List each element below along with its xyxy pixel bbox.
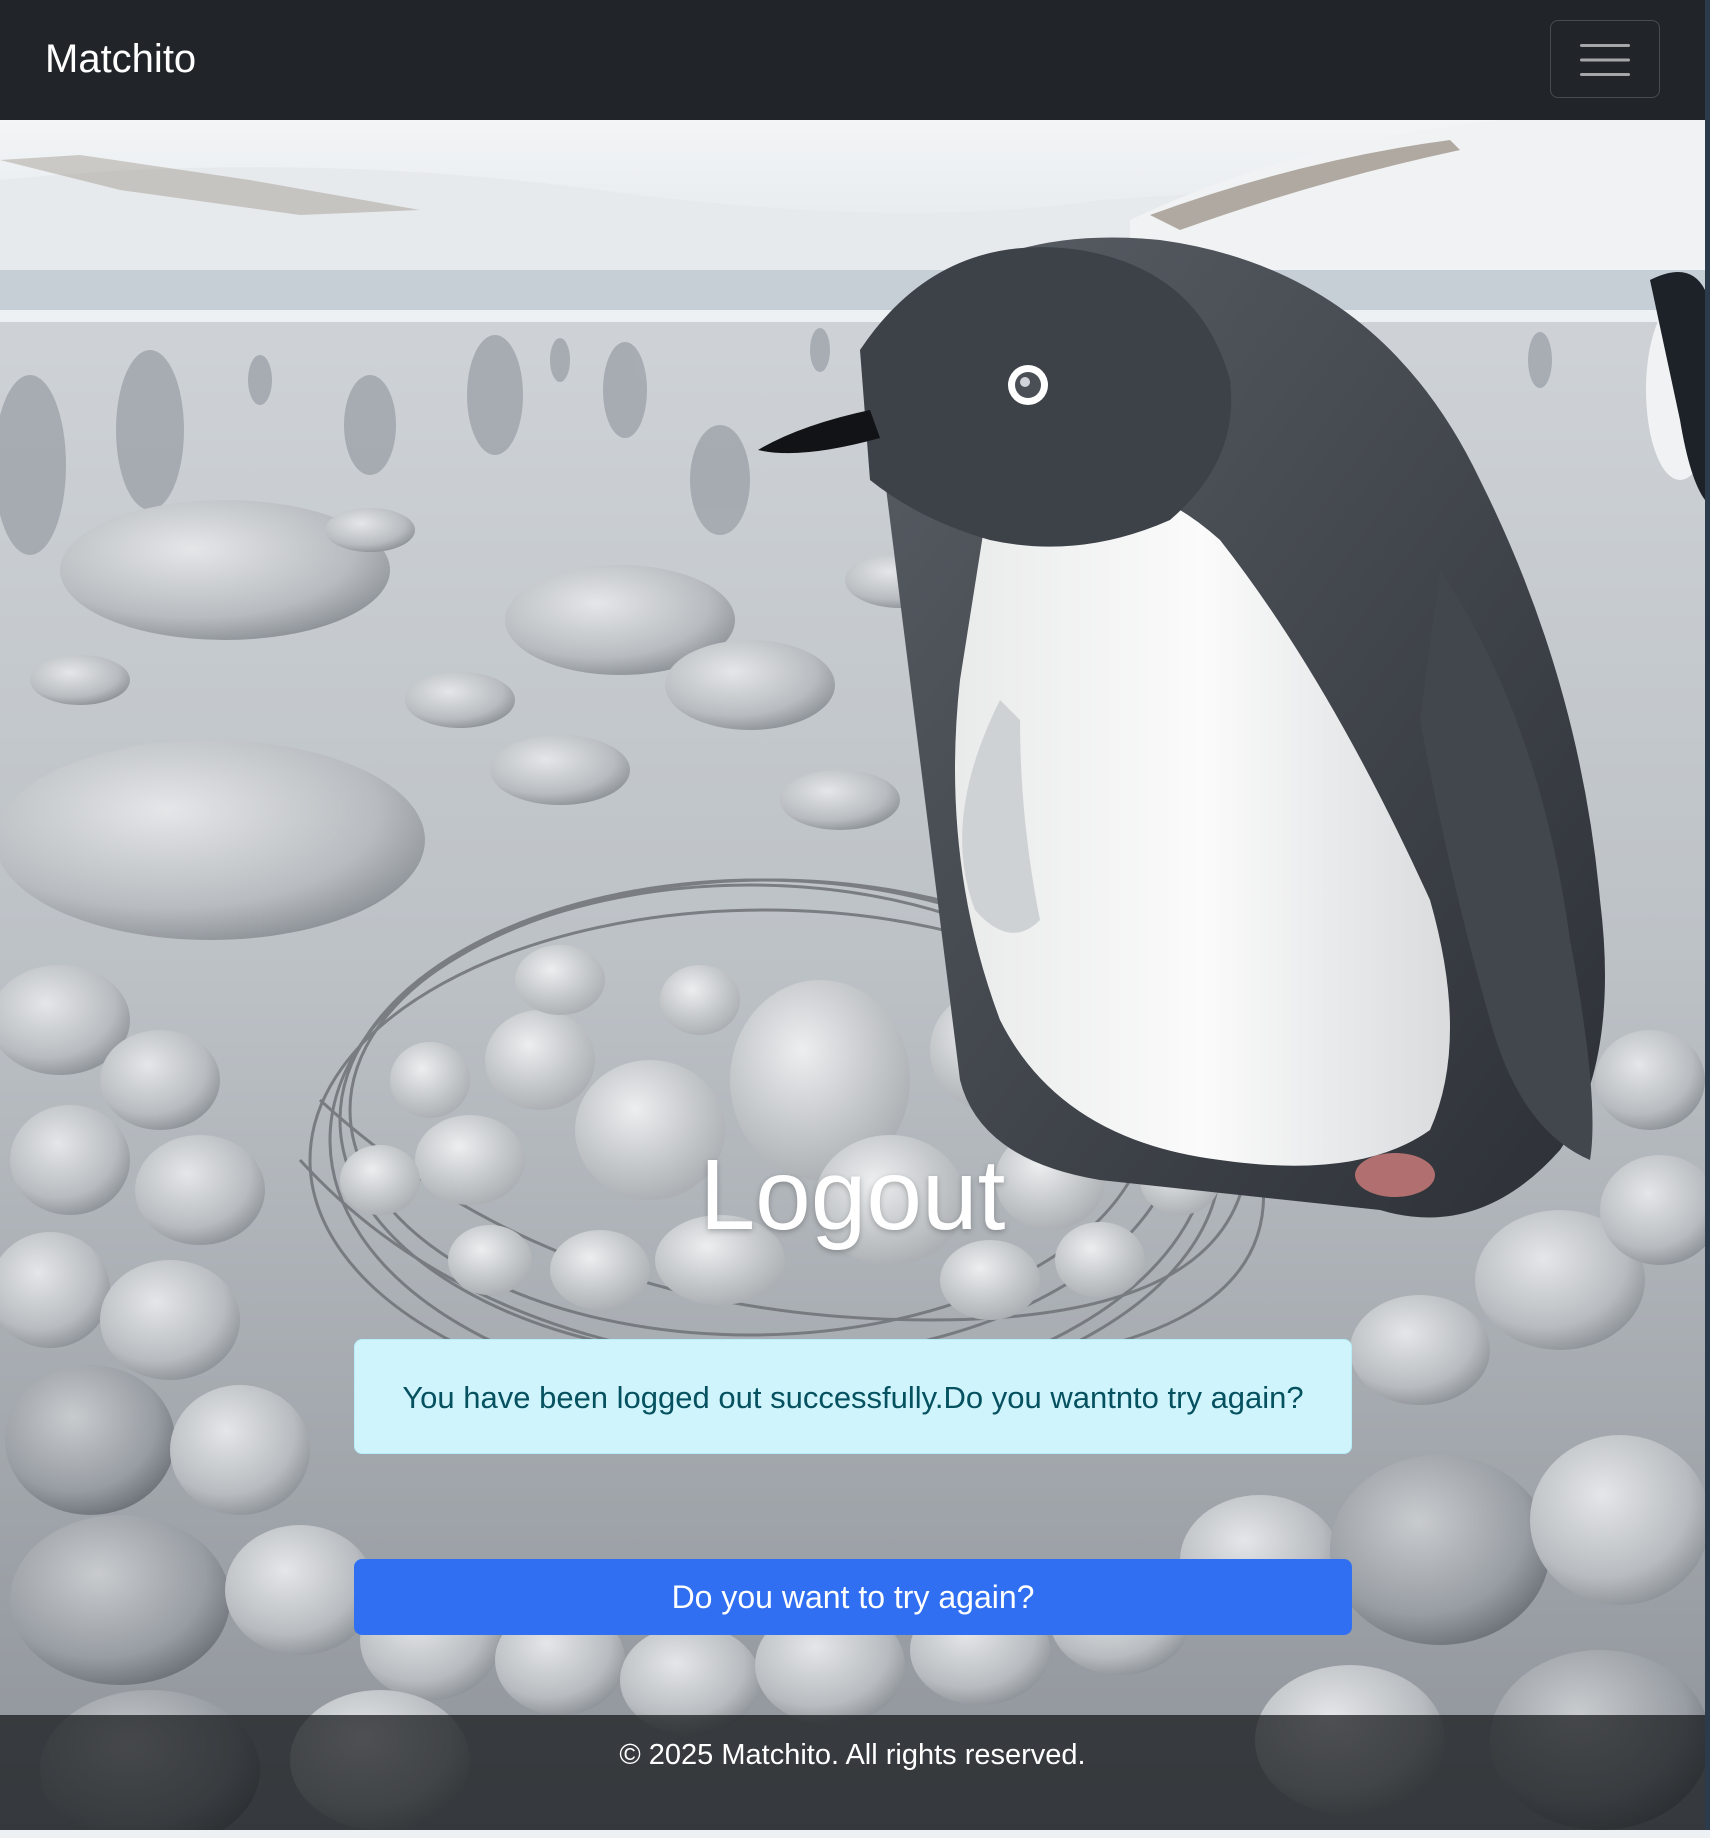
navbar-toggle-button[interactable] [1550, 20, 1660, 98]
hamburger-menu-icon [1580, 44, 1630, 76]
logout-success-alert: You have been logged out successfully.Do… [354, 1339, 1352, 1454]
page: Matchito Logout You have been logged out… [0, 0, 1705, 1830]
brand-link[interactable]: Matchito [45, 34, 196, 84]
footer: © 2025 Matchito. All rights reserved. [0, 1715, 1705, 1830]
alert-message: You have been logged out successfully.Do… [402, 1380, 1304, 1415]
window-edge [1705, 0, 1710, 1838]
footer-copyright: © 2025 Matchito. All rights reserved. [619, 1739, 1086, 1771]
page-title: Logout [699, 1139, 1006, 1251]
try-again-button[interactable]: Do you want to try again? [354, 1559, 1352, 1635]
window-bottom-edge [0, 1830, 1710, 1838]
navbar: Matchito [0, 0, 1705, 120]
